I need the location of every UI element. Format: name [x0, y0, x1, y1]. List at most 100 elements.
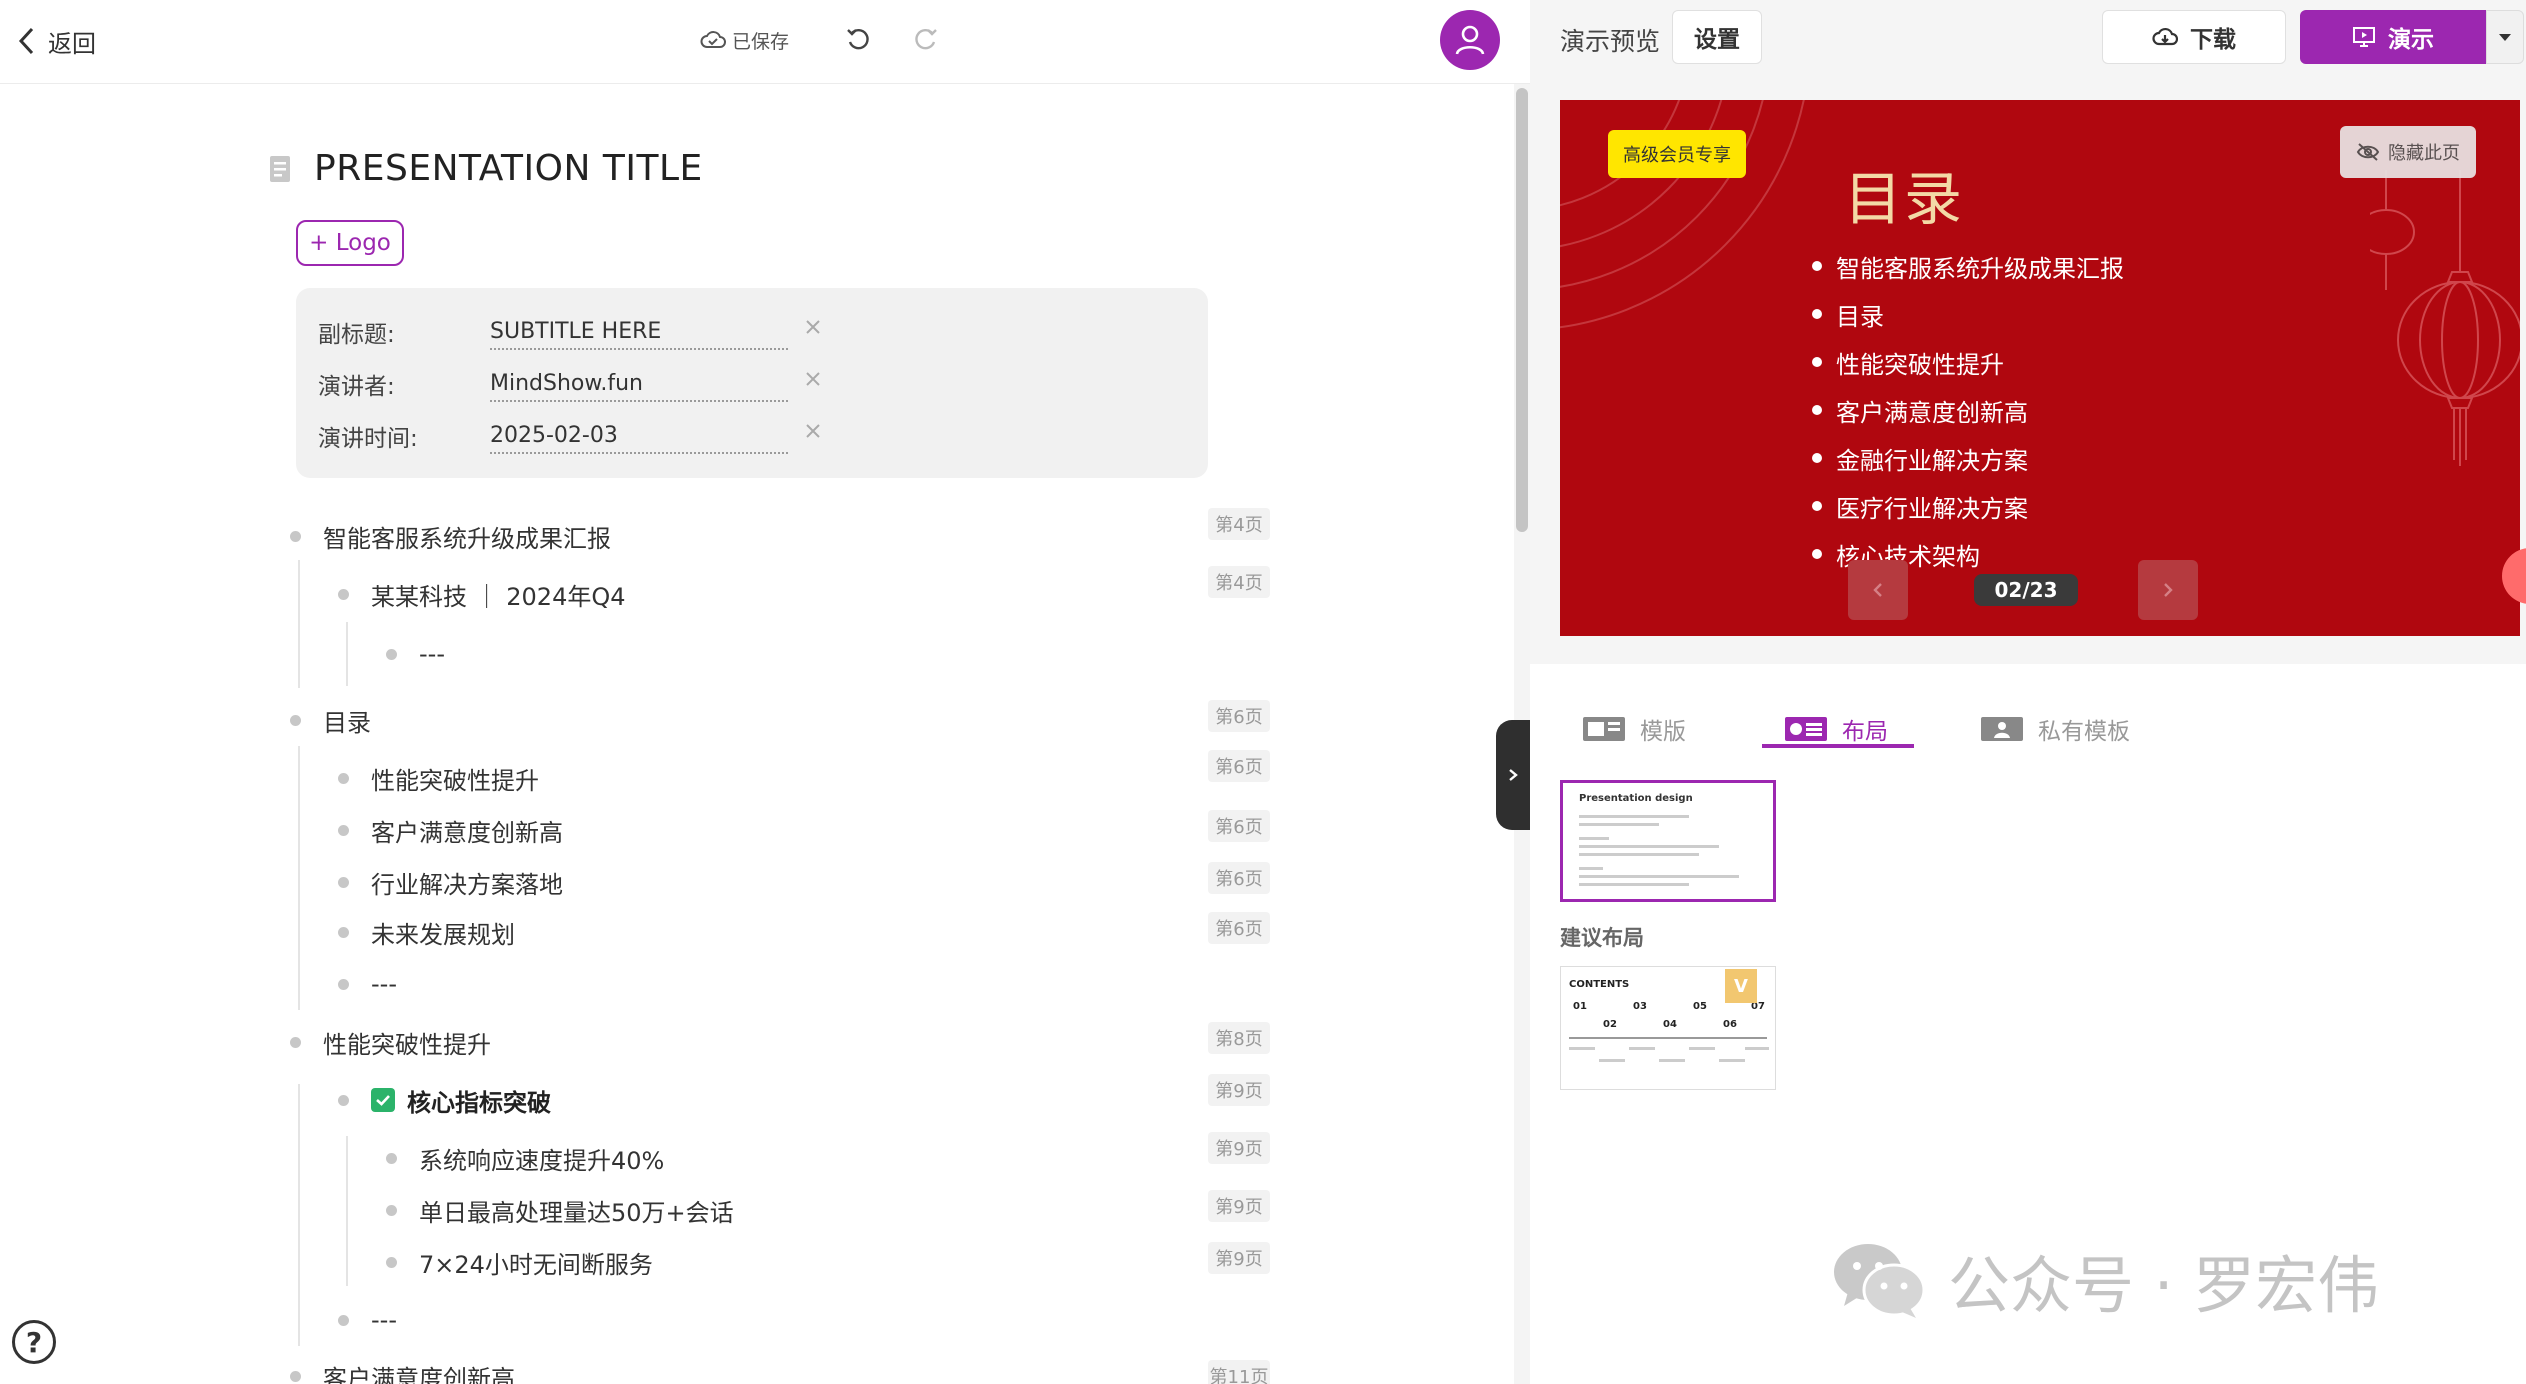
current-layout-thumbnail[interactable]: Presentation design [1560, 780, 1776, 902]
thumbnail-line [1569, 1047, 1595, 1050]
outline-item[interactable]: --- [338, 1300, 397, 1340]
slide-bullet-text: 金融行业解决方案 [1836, 446, 2028, 475]
lantern-icon [2370, 170, 2520, 466]
thumbnail-number: 02 [1603, 1019, 1617, 1030]
outline-item-text: 智能客服系统升级成果汇报 [323, 524, 611, 553]
user-avatar[interactable] [1440, 10, 1500, 70]
thumbnail-line [1745, 1047, 1769, 1050]
outline-item[interactable]: 未来发展规划 [338, 912, 515, 952]
vip-only-badge[interactable]: 高级会员专享 [1608, 130, 1746, 178]
slide-bullet: 智能客服系统升级成果汇报 [1812, 242, 2124, 290]
present-options-button[interactable] [2486, 10, 2524, 64]
collapse-panel-button[interactable] [1496, 720, 1530, 830]
thumbnail-line [1689, 1047, 1715, 1050]
tab-template[interactable]: 模版 [1582, 704, 1686, 754]
slide-bullet-text: 医疗行业解决方案 [1836, 494, 2028, 523]
outline-item[interactable]: 某某科技 ｜ 2024年Q4 [338, 574, 626, 614]
back-button[interactable]: 返回 [16, 20, 96, 62]
redo-button[interactable] [908, 22, 944, 58]
editor-topbar: 返回 已保存 [0, 0, 1530, 84]
page-badge: 第6页 [1208, 912, 1270, 944]
page-badge: 第9页 [1208, 1242, 1270, 1274]
thumbnail-number: 05 [1693, 1001, 1707, 1012]
page-badge: 第6页 [1208, 700, 1270, 732]
outline-item[interactable]: 单日最高处理量达50万+会话 [386, 1190, 734, 1230]
suggested-layouts-label: 建议布局 [1560, 926, 1644, 950]
outline-item-text: 7×24小时无间断服务 [419, 1250, 653, 1279]
vip-tag: V [1725, 969, 1757, 1003]
layout-icon [1785, 717, 1827, 741]
scrollbar-thumb[interactable] [1516, 88, 1528, 532]
date-clear-button[interactable] [800, 418, 826, 444]
outline-item[interactable]: 目录 [290, 700, 371, 740]
date-label: 演讲时间: [318, 426, 418, 452]
thumbnail-number: 04 [1663, 1019, 1677, 1030]
caret-down-icon [2499, 34, 2511, 41]
outline-item-text: --- [371, 1306, 397, 1334]
slide-bullet-text: 性能突破性提升 [1836, 350, 2004, 379]
wechat-icon [1834, 1244, 1926, 1318]
presentation-title[interactable]: PRESENTATION TITLE [314, 148, 703, 189]
add-logo-button[interactable]: + Logo [296, 220, 404, 266]
present-button[interactable]: 演示 [2300, 10, 2486, 64]
prev-slide-button[interactable] [1848, 560, 1908, 620]
back-label: 返回 [48, 29, 96, 58]
outline-item[interactable]: 客户满意度创新高 [290, 1356, 515, 1384]
bullet-icon [290, 1370, 301, 1382]
thumbnail-line [1599, 1059, 1625, 1062]
settings-button[interactable]: 设置 [1672, 10, 1762, 64]
outline-item[interactable]: 客户满意度创新高 [338, 810, 563, 850]
page-badge: 第11页 [1208, 1360, 1270, 1384]
outline-item[interactable]: 7×24小时无间断服务 [386, 1242, 653, 1282]
slide-preview[interactable]: 高级会员专享 目录 智能客服系统升级成果汇报 目录 性能突破性提升 客户满意度创… [1560, 100, 2520, 636]
next-slide-button[interactable] [2138, 560, 2198, 620]
chevron-left-icon [1873, 583, 1882, 597]
outline-item-text: 客户满意度创新高 [323, 1364, 515, 1384]
undo-button[interactable] [840, 22, 876, 58]
subtitle-clear-button[interactable] [800, 314, 826, 340]
cloud-check-icon [700, 31, 726, 48]
speaker-clear-button[interactable] [800, 366, 826, 392]
date-input[interactable] [490, 418, 788, 454]
watermark-text: 公众号 · 罗宏伟 [1948, 1249, 2380, 1322]
outline-item[interactable]: 核心指标突破 [338, 1080, 551, 1120]
slide-title: 目录 [1844, 165, 1965, 233]
preview-panel: 演示预览 设置 下载 演示 高级会员专享 目录 智能客服系统升级成果汇报 目录 [1530, 0, 2526, 1384]
thumbnail-line [1719, 1059, 1745, 1062]
outline-item-text: 行业解决方案落地 [371, 870, 563, 899]
tab-private-template[interactable]: 私有模板 [1980, 704, 2130, 754]
hide-slide-button[interactable]: 隐藏此页 [2340, 126, 2476, 178]
download-button[interactable]: 下载 [2102, 10, 2286, 64]
thumbnail-number: 01 [1573, 1001, 1587, 1012]
active-tab-indicator [1762, 744, 1914, 748]
thumbnail-line [1579, 883, 1689, 886]
outline-item-text: --- [371, 970, 397, 998]
outline-item-text: --- [419, 640, 445, 668]
slide-bullet: 客户满意度创新高 [1812, 386, 2124, 434]
bullet-icon [338, 876, 349, 888]
outline-item[interactable]: 智能客服系统升级成果汇报 [290, 516, 611, 556]
tree-guide-line [298, 746, 300, 1010]
outline-item[interactable]: 性能突破性提升 [338, 758, 539, 798]
page-badge: 第8页 [1208, 1022, 1270, 1054]
outline-item[interactable]: 系统响应速度提升40% [386, 1138, 664, 1178]
page-badge: 第9页 [1208, 1190, 1270, 1222]
page-badge: 第9页 [1208, 1074, 1270, 1106]
bullet-icon [338, 1094, 349, 1106]
checkbox-checked-icon[interactable] [371, 1088, 395, 1112]
bullet-icon [338, 978, 349, 990]
outline-item[interactable]: 行业解决方案落地 [338, 862, 563, 902]
outline-item[interactable]: --- [386, 634, 445, 674]
thumbnail-line [1579, 867, 1603, 870]
thumbnail-timeline [1569, 1037, 1767, 1039]
outline-item[interactable]: --- [338, 964, 397, 1004]
meta-card: 副标题: 演讲者: 演讲时间: [296, 288, 1208, 478]
help-button[interactable]: ? [12, 1320, 56, 1364]
subtitle-input[interactable] [490, 314, 788, 350]
outline-item[interactable]: 性能突破性提升 [290, 1022, 491, 1062]
meta-row-speaker: 演讲者: [318, 364, 826, 404]
speaker-input[interactable] [490, 366, 788, 402]
question-icon: ? [25, 1325, 43, 1359]
suggested-layout-thumbnail[interactable]: CONTENTS 01 02 03 04 05 06 07 V [1560, 966, 1776, 1090]
bullet-icon [290, 1036, 301, 1048]
